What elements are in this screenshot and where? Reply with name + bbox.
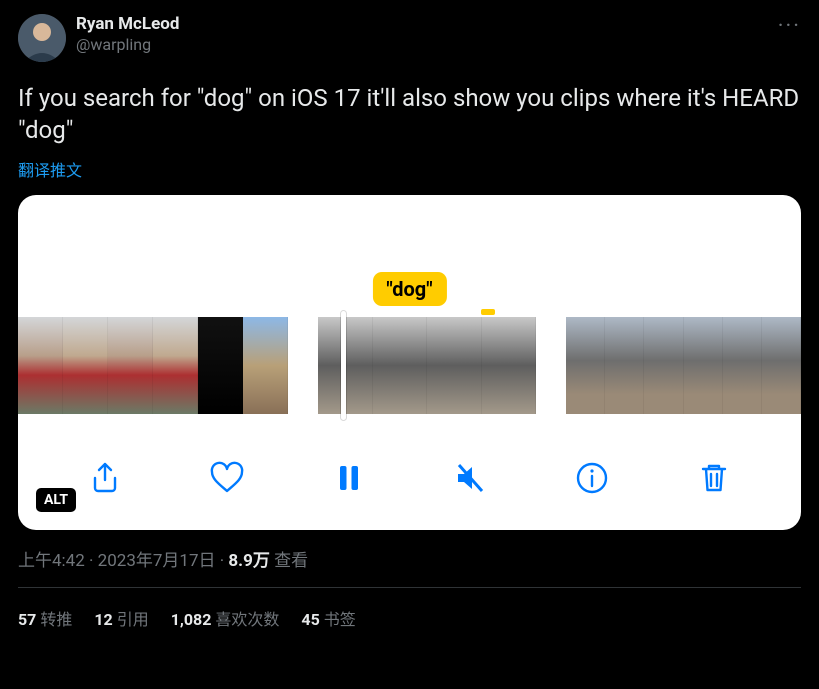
media-toolbar (18, 448, 801, 508)
clip-group-1 (18, 317, 288, 414)
tweet-text: If you search for "dog" on iOS 17 it'll … (18, 82, 801, 147)
thumbnail (566, 317, 605, 414)
thumbnail (684, 317, 723, 414)
thumbnail (482, 317, 537, 414)
display-name[interactable]: Ryan McLeod (76, 14, 179, 35)
video-timeline[interactable] (18, 317, 801, 414)
share-icon[interactable] (85, 458, 125, 498)
thumbnail (762, 317, 801, 414)
retweets[interactable]: 57转推 (18, 606, 72, 630)
tweet-time[interactable]: 上午4:42 (18, 551, 85, 571)
tweet-container: Ryan McLeod @warpling ··· If you search … (0, 0, 819, 630)
views-count: 8.9万 (228, 551, 269, 571)
dog-tag: "dog" (372, 272, 446, 306)
alt-badge[interactable]: ALT (36, 488, 76, 512)
thumbnail (243, 317, 288, 414)
thumbnail (18, 317, 63, 414)
trash-icon[interactable] (694, 458, 734, 498)
tweet-date[interactable]: 2023年7月17日 (98, 551, 216, 571)
engagement-row: 57转推 12引用 1,082喜欢次数 45书签 (18, 588, 801, 630)
tweet-header: Ryan McLeod @warpling ··· (18, 14, 801, 62)
heart-icon[interactable] (207, 458, 247, 498)
more-icon[interactable]: ··· (778, 14, 801, 39)
thumbnail (605, 317, 644, 414)
playhead[interactable] (341, 311, 346, 420)
author-names: Ryan McLeod @warpling (76, 14, 179, 55)
tweet-meta: 上午4:42 · 2023年7月17日 · 8.9万 查看 (18, 546, 801, 571)
thumbnail (373, 317, 428, 414)
quotes[interactable]: 12引用 (94, 606, 148, 630)
mute-icon[interactable] (450, 458, 490, 498)
thumbnail (427, 317, 482, 414)
views-label: 查看 (270, 551, 308, 571)
pause-icon[interactable] (329, 458, 369, 498)
translate-link[interactable]: 翻译推文 (18, 157, 82, 181)
media-card[interactable]: "dog" (18, 195, 801, 530)
handle[interactable]: @warpling (76, 35, 179, 55)
bookmarks[interactable]: 45书签 (301, 606, 355, 630)
info-icon[interactable] (572, 458, 612, 498)
timeline-marker (481, 309, 495, 315)
clip-group-2 (318, 317, 536, 414)
thumbnail (63, 317, 108, 414)
clip-group-3 (566, 317, 801, 414)
thumbnail (198, 317, 243, 414)
thumbnail (723, 317, 762, 414)
likes[interactable]: 1,082喜欢次数 (171, 606, 280, 630)
thumbnail (644, 317, 683, 414)
thumbnail (108, 317, 153, 414)
thumbnail (153, 317, 198, 414)
avatar[interactable] (18, 14, 66, 62)
